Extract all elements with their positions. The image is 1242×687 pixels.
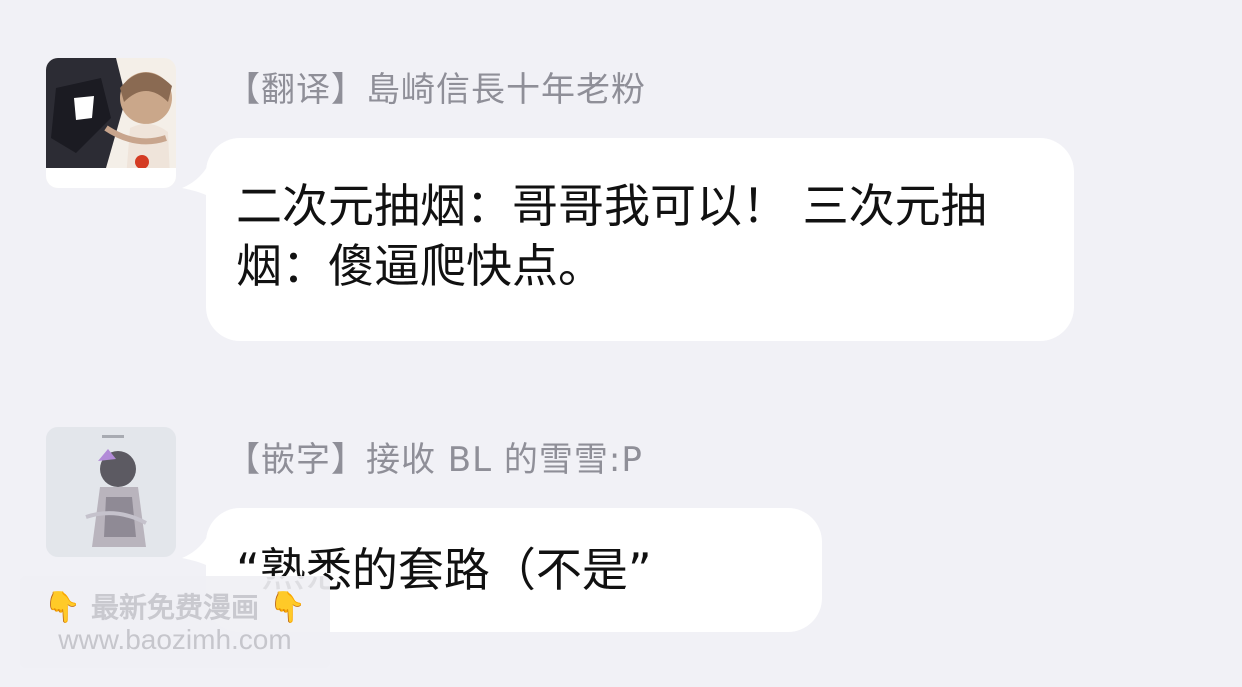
anime-couple-avatar-image — [46, 58, 176, 188]
message-bubble[interactable]: 二次元抽烟：哥哥我可以！ 三次元抽烟：傻逼爬快点。 — [206, 138, 1074, 341]
sender-name: 【翻译】島崎信長十年老粉 — [226, 70, 646, 110]
watermark-title: 👇 最新免费漫画 👇 — [20, 586, 330, 626]
watermark-title-text: 最新免费漫画 — [90, 591, 259, 624]
anime-character-avatar-image — [46, 427, 176, 557]
watermark: 👇 最新免费漫画 👇 www.baozimh.com — [20, 576, 330, 668]
sender-avatar[interactable] — [46, 58, 176, 188]
pointing-down-hand-icon: 👇 — [268, 590, 307, 625]
sender-avatar[interactable] — [46, 427, 176, 557]
watermark-url: www.baozimh.com — [58, 624, 292, 655]
pointing-down-hand-icon: 👇 — [43, 590, 82, 625]
message-text: 二次元抽烟：哥哥我可以！ 三次元抽烟：傻逼爬快点。 — [236, 179, 987, 293]
sender-name: 【嵌字】接收 BL 的雪雪:P — [226, 440, 643, 480]
